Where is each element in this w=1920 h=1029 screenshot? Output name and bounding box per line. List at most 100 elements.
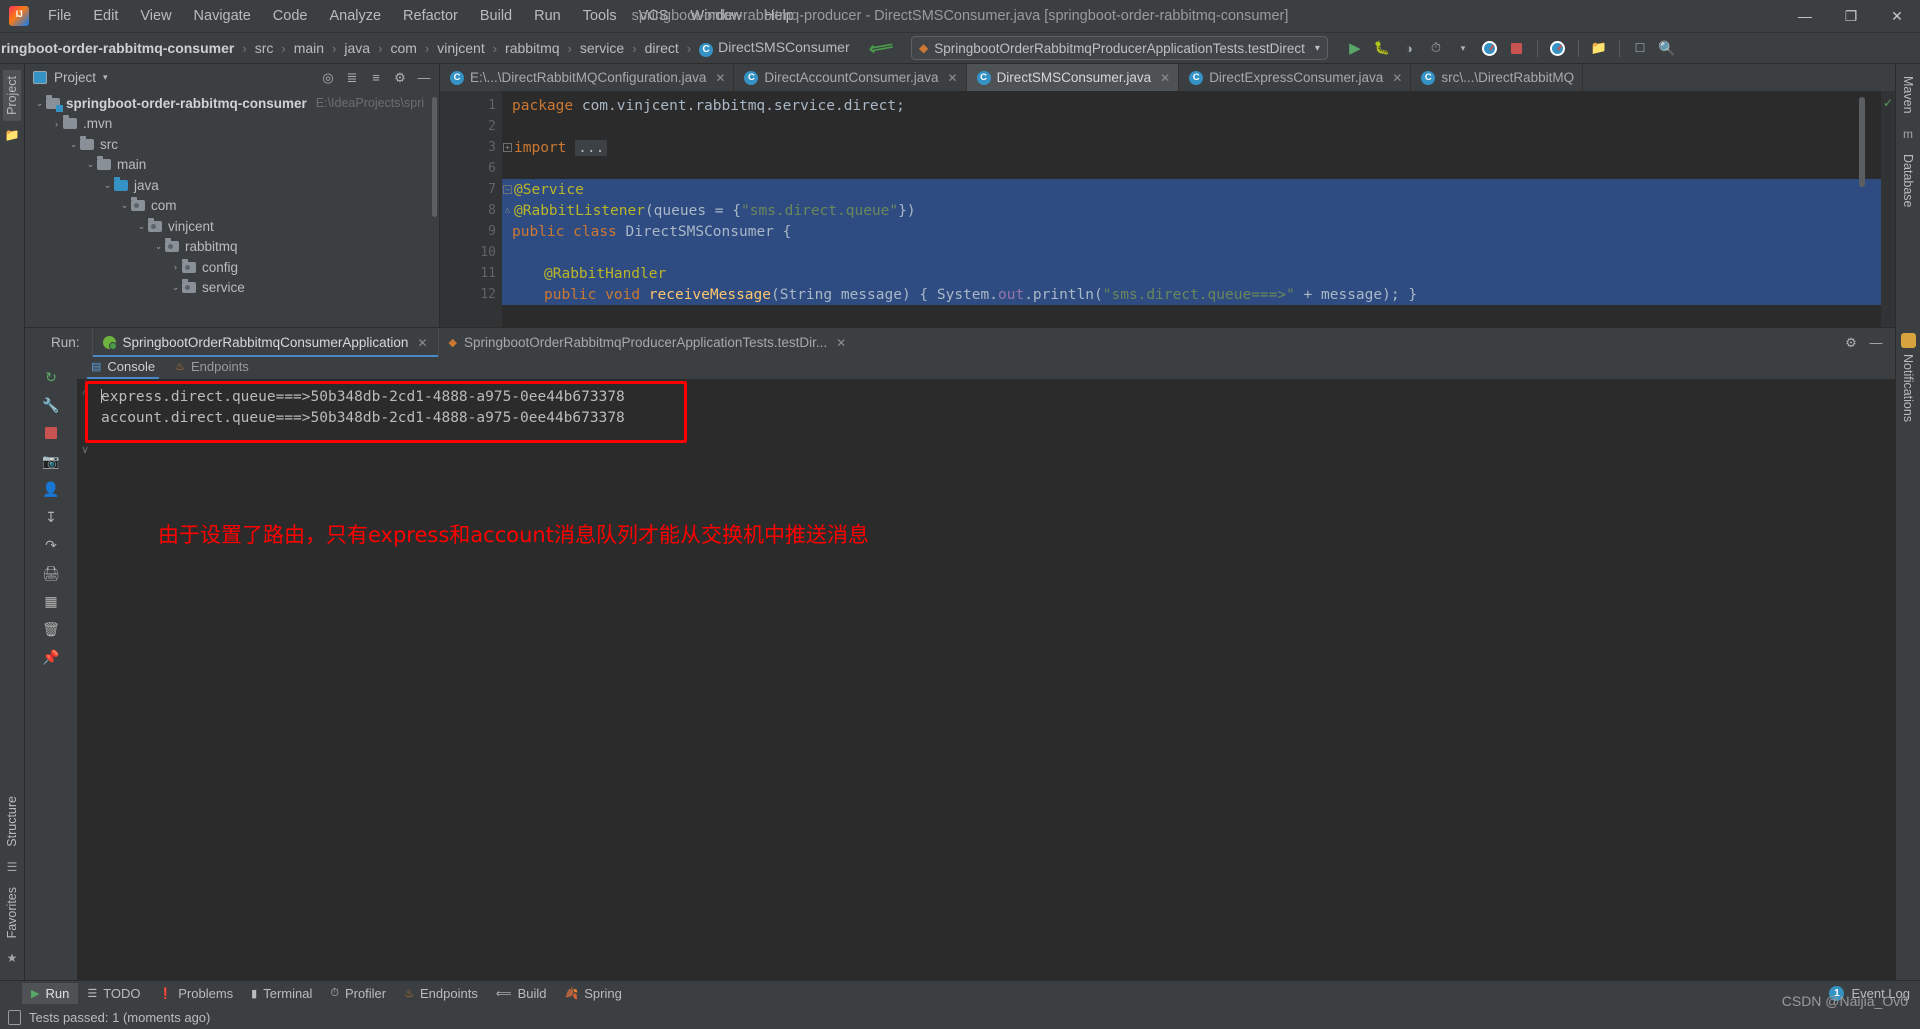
editor-scrollbar[interactable] <box>1859 97 1865 187</box>
expand-all-icon[interactable]: ≣ <box>341 67 363 89</box>
maximize-button[interactable]: ❐ <box>1828 0 1874 32</box>
menu-vcs[interactable]: VCS <box>628 4 680 28</box>
soft-wrap-icon[interactable]: ↷ <box>38 532 64 558</box>
run-tab-producer-tests[interactable]: ◆ SpringbootOrderRabbitmqProducerApplica… <box>437 328 857 357</box>
bottom-tab-problems[interactable]: ❗ Problems <box>150 983 243 1004</box>
tree-node-main[interactable]: ⌄ main <box>25 155 439 176</box>
tree-node-config[interactable]: › config <box>25 257 439 278</box>
tab-endpoints[interactable]: ♨ Endpoints <box>175 359 249 377</box>
close-icon[interactable]: ✕ <box>417 336 427 350</box>
close-icon[interactable]: ✕ <box>836 336 846 350</box>
chevron-down-icon[interactable]: ⌄ <box>135 221 148 232</box>
bookmarks-icon[interactable]: 📁 <box>5 128 20 142</box>
menu-build[interactable]: Build <box>469 4 523 28</box>
breadcrumb-class[interactable]: C DirectSMSConsumer <box>698 37 850 59</box>
close-icon[interactable]: ✕ <box>1392 71 1402 85</box>
hide-icon[interactable]: — <box>413 67 435 89</box>
chevron-down-icon[interactable]: ⌄ <box>118 200 131 211</box>
menu-help[interactable]: Help <box>753 4 805 28</box>
chevron-down-icon[interactable]: ▾ <box>1305 43 1320 54</box>
console-output[interactable]: ^ ∨ express.direct.queue===>50b348db-2cd… <box>77 379 1895 980</box>
tree-node-mvn[interactable]: › .mvn <box>25 114 439 135</box>
favorites-star-icon[interactable]: ★ <box>7 951 18 965</box>
menu-window[interactable]: Window <box>679 4 753 28</box>
menu-file[interactable]: File <box>37 4 82 28</box>
project-tree-scrollbar[interactable] <box>432 97 437 217</box>
debug-icon[interactable]: 🐛 <box>1369 35 1395 61</box>
stop-icon[interactable] <box>38 420 64 446</box>
chevron-down-icon[interactable]: ⌄ <box>152 241 165 252</box>
notifications-icon[interactable] <box>1900 333 1916 349</box>
breadcrumb-com[interactable]: com <box>389 38 417 58</box>
breadcrumb-direct[interactable]: direct <box>644 38 680 58</box>
close-button[interactable]: ✕ <box>1874 0 1920 32</box>
menu-run[interactable]: Run <box>523 4 572 28</box>
menu-tools[interactable]: Tools <box>572 4 628 28</box>
structure-icon[interactable]: ☰ <box>7 860 18 874</box>
tree-node-java[interactable]: ⌄ java <box>25 175 439 196</box>
bottom-tab-run[interactable]: ▶ Run <box>22 983 79 1004</box>
editor-inspection-gutter[interactable]: ✓ <box>1881 91 1895 327</box>
menu-navigate[interactable]: Navigate <box>183 4 262 28</box>
minimize-button[interactable]: — <box>1782 0 1828 32</box>
run-with-coverage-icon[interactable]: ◑ <box>1396 35 1422 61</box>
terminal-icon[interactable]: ☐ <box>1627 35 1653 61</box>
close-icon[interactable]: ✕ <box>715 71 725 85</box>
settings-gear-icon[interactable]: ⚙ <box>389 67 411 89</box>
chevron-right-icon[interactable]: › <box>50 119 63 129</box>
profiler-dropdown-icon[interactable]: ▾ <box>1450 35 1476 61</box>
collapse-all-icon[interactable]: ≡ <box>365 67 387 89</box>
chevron-right-icon[interactable]: › <box>169 262 182 272</box>
bottom-tab-build[interactable]: ⟸ Build <box>487 983 556 1004</box>
tree-node-src[interactable]: ⌄ src <box>25 134 439 155</box>
sidebar-item-project[interactable]: Project <box>3 70 21 121</box>
breadcrumb-project[interactable]: ringboot-order-rabbitmq-consumer <box>0 38 235 58</box>
breadcrumb-main[interactable]: main <box>293 38 325 58</box>
code-editor[interactable]: 1 2 3 6 7 🍂 8 9 🍂 <box>440 91 1895 327</box>
menu-view[interactable]: View <box>129 4 182 28</box>
sidebar-item-maven[interactable]: Maven <box>1899 70 1917 120</box>
prev-occurrence-icon[interactable]: ^ <box>77 389 93 401</box>
breadcrumb-vinjcent[interactable]: vinjcent <box>436 38 485 58</box>
editor-tab-srcdirectrabbitmq[interactable]: C src\...\DirectRabbitMQ <box>1411 64 1584 91</box>
coverage-gauge-icon[interactable] <box>1545 35 1571 61</box>
coverage-icon[interactable] <box>1477 35 1503 61</box>
stop-icon[interactable] <box>1504 35 1530 61</box>
fold-line-icon[interactable]: △ <box>503 206 512 215</box>
sidebar-item-structure[interactable]: Structure <box>3 790 21 853</box>
screenshot-camera-icon[interactable]: 📷 <box>38 448 64 474</box>
fold-expand-icon[interactable]: + <box>503 143 512 152</box>
tree-node-project[interactable]: ⌄ springboot-order-rabbitmq-consumer E:\… <box>25 93 439 114</box>
menu-edit[interactable]: Edit <box>82 4 129 28</box>
bottom-tab-profiler[interactable]: ⏱ Profiler <box>321 983 395 1004</box>
sidebar-item-notifications[interactable]: Notifications <box>1899 348 1917 428</box>
editor-tab-directexpressconsumer[interactable]: C DirectExpressConsumer.java ✕ <box>1179 64 1412 91</box>
trash-icon[interactable]: 🗑 <box>38 616 64 642</box>
sidebar-item-favorites[interactable]: Favorites <box>3 881 21 944</box>
breadcrumb-rabbitmq[interactable]: rabbitmq <box>504 38 560 58</box>
rerun-icon[interactable]: ↻ <box>38 364 64 390</box>
tab-console[interactable]: ▤ Console <box>86 359 160 379</box>
locate-icon[interactable]: ◎ <box>317 67 339 89</box>
run-tab-consumer-application[interactable]: SpringbootOrderRabbitmqConsumerApplicati… <box>91 328 438 357</box>
chevron-down-icon[interactable]: ⌄ <box>67 139 80 150</box>
bottom-tab-endpoints[interactable]: ♨ Endpoints <box>395 983 487 1004</box>
clear-all-icon[interactable]: ▦ <box>38 588 64 614</box>
chevron-down-icon[interactable]: ▾ <box>103 72 108 83</box>
maven-icon[interactable]: m <box>1903 127 1913 141</box>
breadcrumb-java[interactable]: java <box>343 38 371 58</box>
tree-node-service[interactable]: ⌄ service <box>25 278 439 299</box>
editor-tab-directaccountconsumer[interactable]: C DirectAccountConsumer.java ✕ <box>734 64 967 91</box>
breadcrumb-service[interactable]: service <box>579 38 625 58</box>
chevron-down-icon[interactable]: ⌄ <box>101 180 114 191</box>
editor-gutter[interactable]: 1 2 3 6 7 🍂 8 9 🍂 <box>440 91 519 327</box>
hide-icon[interactable]: — <box>1865 332 1887 354</box>
code-text[interactable]: package com.vinjcent.rabbitmq.service.di… <box>502 91 1881 327</box>
next-occurrence-icon[interactable]: ∨ <box>77 443 93 456</box>
menu-code[interactable]: Code <box>262 4 319 28</box>
project-structure-icon[interactable]: 📁 <box>1586 35 1612 61</box>
scroll-to-end-icon[interactable]: ↧ <box>38 504 64 530</box>
tree-node-vinjcent[interactable]: ⌄ vinjcent <box>25 216 439 237</box>
editor-tab-directsmsconsumer[interactable]: C DirectSMSConsumer.java ✕ <box>966 64 1180 91</box>
breadcrumb-src[interactable]: src <box>254 38 275 58</box>
